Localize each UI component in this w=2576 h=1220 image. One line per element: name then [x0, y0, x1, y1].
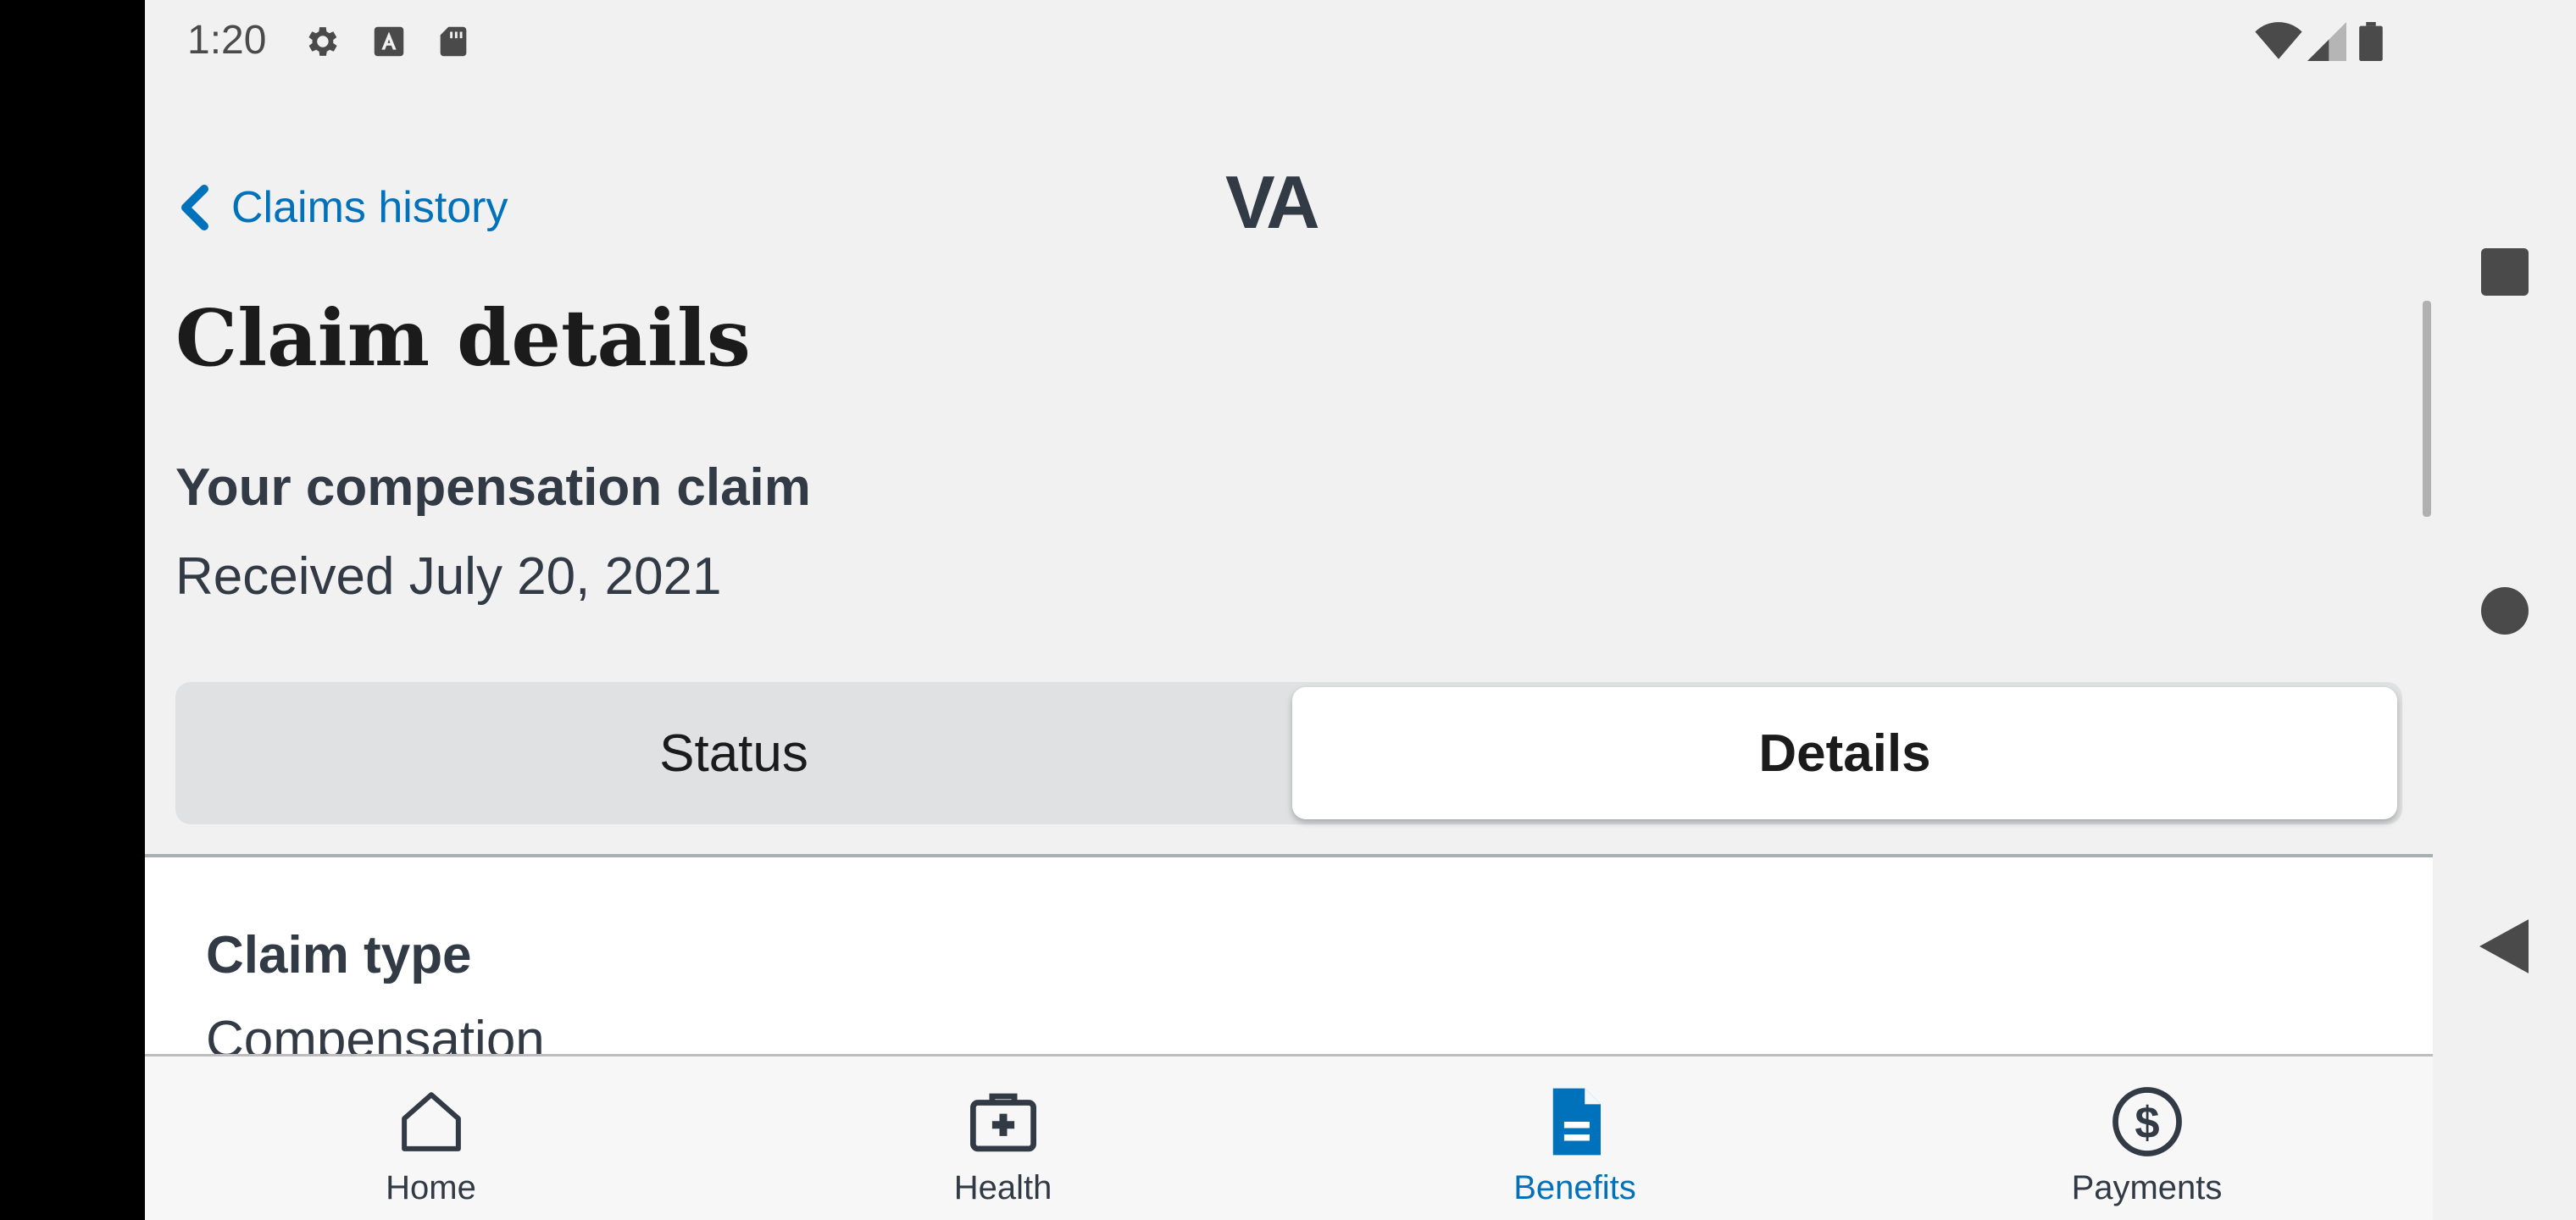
- nav-tab-payments[interactable]: $ Payments: [1861, 1056, 2433, 1220]
- signal-icon: [2307, 22, 2346, 61]
- tab-details[interactable]: Details: [1292, 687, 2397, 819]
- medical-kit-icon: [969, 1093, 1036, 1152]
- battery-icon: [2359, 22, 2383, 61]
- gear-icon: [308, 27, 337, 56]
- back-button[interactable]: Claims history: [177, 174, 508, 241]
- back-nav-button[interactable]: [2479, 919, 2529, 973]
- claim-received-date: Received July 20, 2021: [175, 547, 722, 606]
- claim-heading: Your compensation claim: [175, 458, 811, 517]
- claim-type-label: Claim type: [206, 926, 472, 984]
- home-nav-button[interactable]: [2481, 587, 2529, 635]
- nav-tab-label: Payments: [2071, 1169, 2223, 1206]
- dollar-circle-icon: $: [2112, 1087, 2182, 1156]
- nav-tab-label: Health: [953, 1169, 1052, 1206]
- claim-type-value: Compensation: [206, 1011, 545, 1054]
- scrollbar[interactable]: [2423, 301, 2431, 517]
- page-title: Claim details: [175, 292, 751, 384]
- font-a-icon: [374, 26, 404, 57]
- nav-tab-benefits[interactable]: Benefits: [1289, 1056, 1861, 1220]
- svg-text:$: $: [2135, 1098, 2159, 1148]
- status-time: 1:20: [187, 18, 267, 63]
- home-icon: [401, 1092, 461, 1151]
- status-bar: 1:20: [145, 0, 2433, 85]
- nav-tab-label: Benefits: [1513, 1169, 1636, 1206]
- wifi-icon: [2255, 22, 2302, 59]
- document-icon: [1552, 1088, 1601, 1156]
- sd-card-icon: [440, 26, 467, 57]
- nav-tab-home[interactable]: Home: [145, 1056, 717, 1220]
- back-label: Claims history: [231, 183, 508, 232]
- claim-segmented-control: Status Details: [175, 682, 2402, 824]
- chevron-left-icon: [181, 185, 208, 230]
- nav-tab-health[interactable]: Health: [717, 1056, 1289, 1220]
- va-logo: VA: [1225, 160, 1320, 244]
- tab-status[interactable]: Status: [180, 687, 1287, 819]
- app-screen: 1:20 Claims history VA Claim details You…: [145, 0, 2433, 1220]
- recents-button[interactable]: [2481, 248, 2529, 296]
- system-nav-bar: [2433, 0, 2576, 1220]
- bottom-tab-bar: Home Health Benefits $ Payments: [145, 1054, 2433, 1220]
- claim-details-panel: Claim type Compensation: [145, 857, 2433, 1054]
- device-bezel-left: [0, 0, 145, 1220]
- nav-tab-label: Home: [386, 1169, 476, 1206]
